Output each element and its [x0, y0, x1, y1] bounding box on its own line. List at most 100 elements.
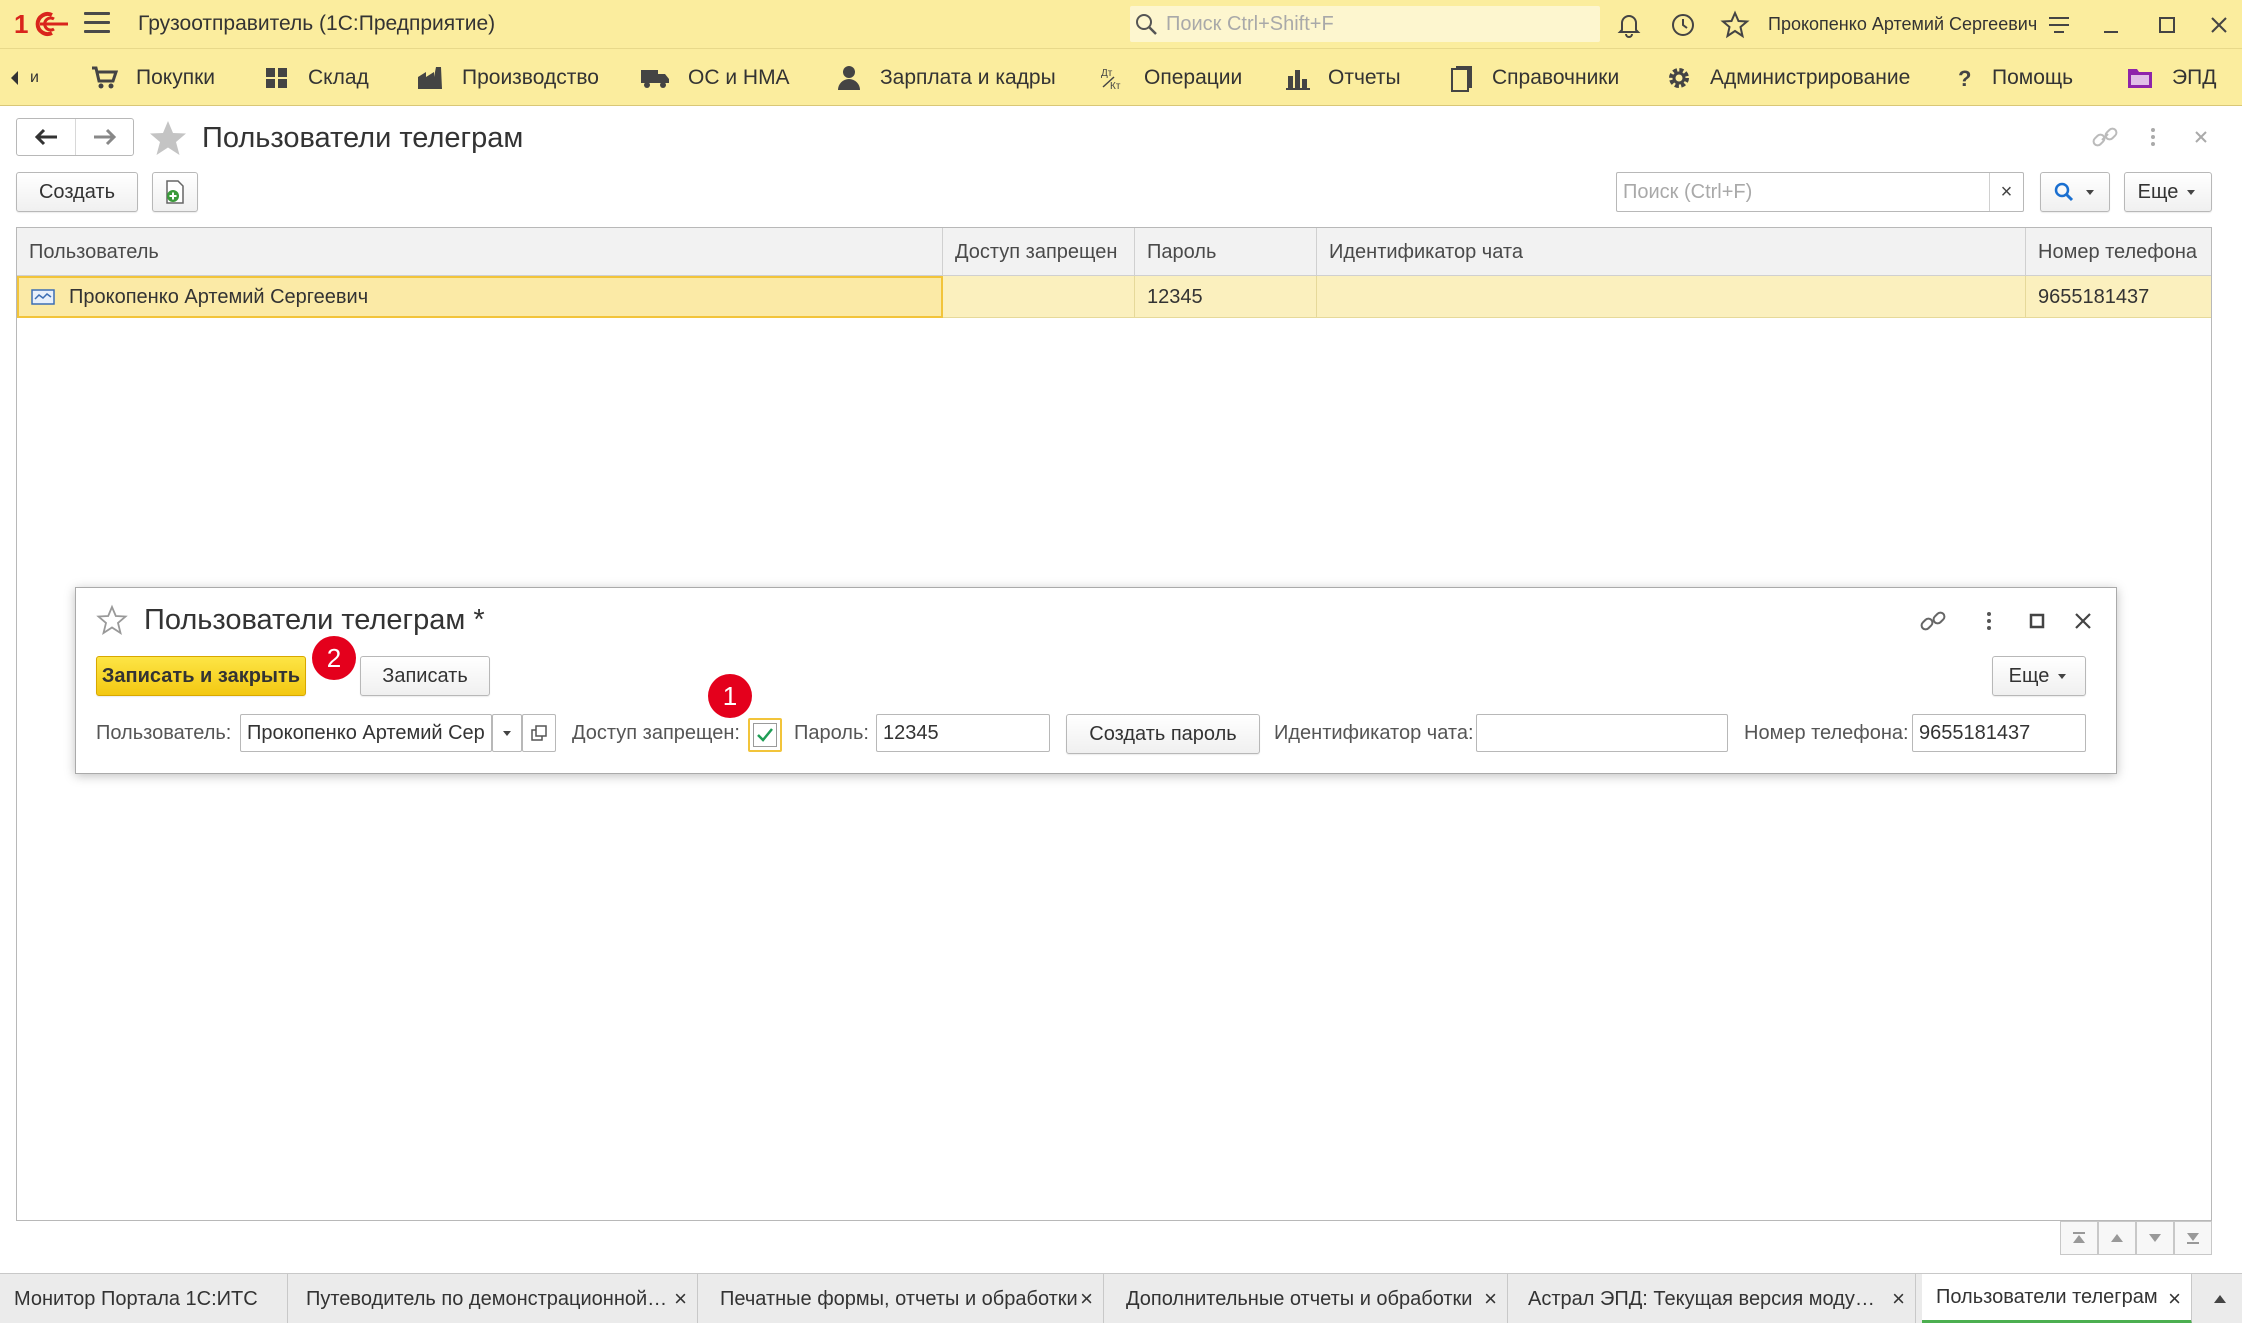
close-window-icon[interactable]	[2204, 10, 2234, 40]
history-icon[interactable]	[1668, 10, 1698, 40]
password-field[interactable]: 12345	[876, 714, 1050, 752]
save-button[interactable]: Записать	[360, 656, 490, 696]
open-icon	[531, 725, 547, 741]
triangle-up-icon	[2214, 1295, 2226, 1303]
tab-additional-reports[interactable]: Дополнительные отчеты и обработки ×	[1112, 1274, 1508, 1323]
global-search-input[interactable]: Поиск Ctrl+Shift+F	[1130, 6, 1600, 42]
tab-close-icon[interactable]: ×	[2168, 1286, 2181, 1312]
bell-icon[interactable]	[1614, 10, 1644, 40]
tab-close-icon[interactable]: ×	[1892, 1286, 1905, 1312]
section-hr[interactable]: Зарплата и кадры	[836, 61, 1056, 95]
triangle-up-icon	[2111, 1234, 2123, 1242]
link-icon[interactable]	[1918, 606, 1948, 636]
section-purchases[interactable]: Покупки	[90, 61, 215, 95]
section-epd[interactable]: ЭПД	[2126, 61, 2216, 95]
password-label: Пароль:	[794, 722, 869, 744]
copy-button[interactable]	[152, 172, 198, 212]
section-warehouse[interactable]: Склад	[264, 61, 369, 95]
section-prev[interactable]: и	[8, 61, 39, 95]
tab-close-icon[interactable]: ×	[1080, 1286, 1093, 1312]
table-row[interactable]: Прокопенко Артемий Сергеевич 12345 96551…	[17, 276, 2211, 318]
tab-label: Путеводитель по демонстрационной…	[306, 1287, 668, 1310]
table-header: Пользователь Доступ запрещен Пароль Иден…	[17, 228, 2211, 276]
chat-id-field[interactable]	[1476, 714, 1728, 752]
column-header-chat-id[interactable]: Идентификатор чата	[1317, 228, 2026, 276]
chat-id-label: Идентификатор чата:	[1274, 722, 1474, 744]
bar-chart-icon	[1286, 70, 1310, 90]
scroll-last-button[interactable]	[2174, 1221, 2212, 1255]
user-dropdown-button[interactable]	[492, 714, 522, 752]
minimize-icon[interactable]	[2096, 10, 2126, 40]
cell-user[interactable]: Прокопенко Артемий Сергеевич	[17, 276, 943, 318]
list-search-input[interactable]	[1623, 180, 1963, 204]
form-title: Пользователи телеграм *	[144, 604, 485, 636]
access-denied-checkbox[interactable]	[748, 718, 782, 752]
tab-telegram-users[interactable]: Пользователи телеграм ×	[1922, 1274, 2192, 1323]
user-edit-form: Пользователи телеграм * Записать и закры…	[75, 587, 2117, 774]
scroll-up-button[interactable]	[2098, 1221, 2136, 1255]
favorite-star-icon[interactable]	[148, 118, 188, 158]
more-actions-icon[interactable]	[2138, 122, 2168, 152]
catalog-item-icon	[31, 289, 55, 305]
section-label: Администрирование	[1710, 66, 1911, 89]
maximize-icon[interactable]	[2022, 606, 2052, 636]
favorite-star-icon[interactable]	[96, 604, 128, 636]
tab-its-monitor[interactable]: Монитор Портала 1С:ИТС	[0, 1274, 288, 1323]
current-user[interactable]: Прокопенко Артемий Сергеевич	[1768, 14, 2037, 35]
maximize-icon[interactable]	[2152, 10, 2182, 40]
save-and-close-button[interactable]: Записать и закрыть	[96, 656, 306, 696]
svg-text:?: ?	[1958, 66, 1971, 91]
create-password-button[interactable]: Создать пароль	[1066, 714, 1260, 754]
cell-chat-id[interactable]	[1317, 276, 2026, 318]
open-windows-tabs: Монитор Портала 1С:ИТС Путеводитель по д…	[0, 1273, 2242, 1323]
search-clear-button[interactable]: ×	[1989, 173, 2023, 211]
tab-close-icon[interactable]: ×	[1484, 1286, 1497, 1312]
cell-phone[interactable]: 9655181437	[2026, 276, 2212, 318]
more-button[interactable]: Еще	[2124, 172, 2212, 212]
tabs-scroll-button[interactable]	[2198, 1274, 2242, 1323]
dropdown-arrow-icon	[2187, 190, 2196, 195]
column-header-phone[interactable]: Номер телефона	[2026, 228, 2212, 276]
add-document-icon	[166, 180, 184, 204]
section-operations[interactable]: Дт Кт Операции	[1100, 61, 1242, 95]
create-button[interactable]: Создать	[16, 172, 138, 212]
tab-print-forms[interactable]: Печатные формы, отчеты и обработки ×	[706, 1274, 1104, 1323]
section-reports[interactable]: Отчеты	[1286, 61, 1401, 95]
column-header-user[interactable]: Пользователь	[17, 228, 943, 276]
settings-menu-icon[interactable]	[2044, 10, 2074, 40]
cell-access-denied[interactable]	[943, 276, 1135, 318]
link-icon[interactable]	[2090, 122, 2120, 152]
close-page-icon[interactable]	[2186, 122, 2216, 152]
column-header-access-denied[interactable]: Доступ запрещен	[943, 228, 1135, 276]
section-production[interactable]: Производство	[416, 61, 599, 95]
cell-password[interactable]: 12345	[1135, 276, 1317, 318]
tab-astral-epd[interactable]: Астрал ЭПД: Текущая версия моду… ×	[1514, 1274, 1916, 1323]
more-button-label: Еще	[2008, 664, 2050, 687]
section-label: Отчеты	[1328, 66, 1401, 89]
back-button[interactable]	[17, 119, 75, 155]
1c-logo-icon[interactable]: 1	[14, 8, 70, 40]
main-menu-icon[interactable]	[84, 12, 110, 36]
user-open-button[interactable]	[522, 714, 556, 752]
tab-demo-guide[interactable]: Путеводитель по демонстрационной… ×	[292, 1274, 698, 1323]
section-help[interactable]: ? Помощь	[1956, 61, 2073, 95]
scroll-down-button[interactable]	[2136, 1221, 2174, 1255]
scroll-first-button[interactable]	[2060, 1221, 2098, 1255]
section-catalogs[interactable]: Справочники	[1450, 61, 1619, 95]
more-actions-icon[interactable]	[1974, 606, 2004, 636]
search-options-button[interactable]	[2040, 172, 2110, 212]
chevron-left-icon	[11, 71, 18, 85]
user-label: Пользователь:	[96, 722, 232, 744]
forward-button[interactable]	[75, 119, 133, 155]
phone-field[interactable]: 9655181437	[1912, 714, 2086, 752]
favorites-star-icon[interactable]	[1720, 10, 1750, 40]
section-administration[interactable]: Администрирование	[1666, 61, 1910, 95]
user-field[interactable]: Прокопенко Артемий Сер	[240, 714, 492, 752]
more-button[interactable]: Еще	[1992, 656, 2086, 696]
password-field-value: 12345	[883, 721, 939, 744]
column-header-password[interactable]: Пароль	[1135, 228, 1317, 276]
cart-icon	[92, 66, 118, 89]
tab-close-icon[interactable]: ×	[674, 1286, 687, 1312]
close-icon[interactable]	[2068, 606, 2098, 636]
section-fixed-assets[interactable]: ОС и НМА	[640, 61, 790, 95]
